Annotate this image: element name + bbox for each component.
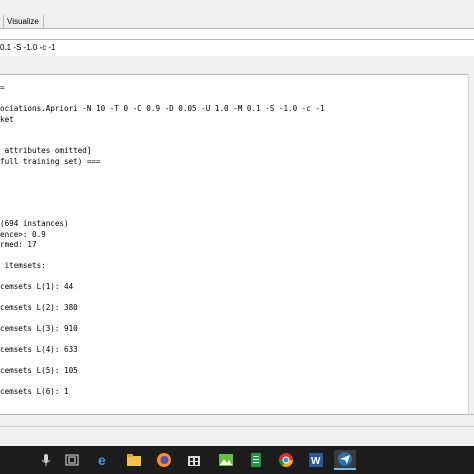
output-line: ociations.Apriori -N 10 -T 0 -C 0.9 -D 0… — [0, 104, 325, 113]
output-line: itemsets: — [0, 261, 46, 270]
output-line: cemsets L(2): 380 — [0, 303, 78, 312]
task-view-icon[interactable] — [62, 450, 82, 470]
paper-plane-app-icon[interactable] — [334, 450, 356, 470]
tab-strip: Visualize — [0, 0, 474, 29]
landscape-app-icon[interactable] — [216, 450, 236, 470]
tab-visualize[interactable]: Visualize — [3, 15, 44, 28]
output-line: ket — [0, 115, 14, 124]
tab-visualize-label: Visualize — [7, 17, 39, 26]
output-vertical-scrollbar[interactable] — [468, 74, 474, 414]
status-strip — [0, 426, 474, 447]
chrome-icon[interactable] — [276, 450, 296, 470]
output-line: attributes omitted] — [0, 146, 92, 155]
output-line: cemsets L(1): 44 — [0, 282, 74, 291]
output-line: cemsets L(6): 1 — [0, 387, 69, 396]
output-line: cemsets L(4): 633 — [0, 345, 78, 354]
svg-text:W: W — [311, 456, 321, 467]
pane-gap — [0, 56, 474, 74]
file-explorer-icon[interactable] — [124, 450, 144, 470]
output-line: cemsets L(3): 910 — [0, 324, 78, 333]
output-line: (694 instances) — [0, 219, 69, 228]
output-line: full training set) === — [0, 157, 101, 166]
associator-output[interactable]: = ociations.Apriori -N 10 -T 0 -C 0.9 -D… — [0, 74, 468, 415]
associator-command-text: 0.1 -S -1.0 -c -1 — [0, 43, 56, 52]
green-document-icon[interactable] — [246, 450, 266, 470]
edge-browser-icon[interactable]: e — [94, 450, 114, 470]
store-icon[interactable] — [184, 450, 204, 470]
output-line: = — [0, 83, 5, 92]
output-line: ence>: 0.9 — [0, 230, 46, 239]
svg-text:e: e — [98, 452, 106, 468]
word-icon[interactable]: W — [306, 450, 326, 470]
associator-config-field[interactable]: 0.1 -S -1.0 -c -1 — [0, 39, 474, 57]
firefox-icon[interactable] — [154, 450, 174, 470]
output-line: cemsets L(5): 105 — [0, 366, 78, 375]
output-line: rmed: 17 — [0, 240, 37, 249]
microphone-icon[interactable] — [36, 450, 56, 470]
